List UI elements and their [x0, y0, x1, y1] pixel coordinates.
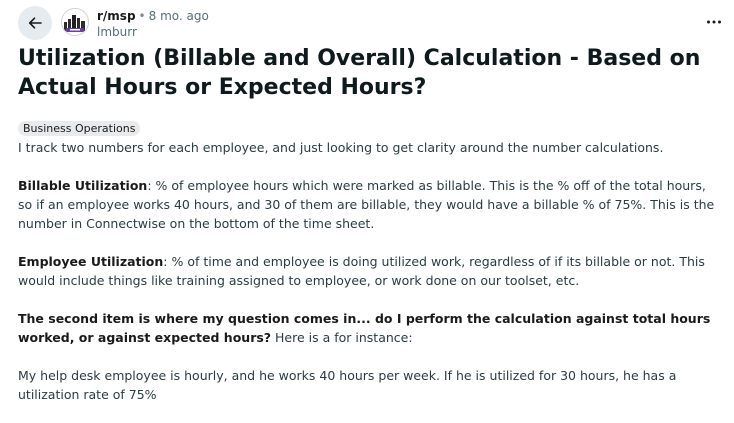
meta-separator: •: [138, 9, 146, 23]
post-header: r/msp • 8 mo. ago lmburr: [0, 0, 734, 44]
body-paragraph: My help desk employee is hourly, and he …: [18, 368, 677, 402]
post-flair[interactable]: Business Operations: [18, 121, 141, 136]
author-link[interactable]: lmburr: [97, 25, 137, 40]
body-text: Here is a for instance:: [271, 330, 413, 345]
back-arrow-icon: [28, 17, 42, 29]
body-paragraph: I track two numbers for each employee, a…: [18, 140, 664, 155]
more-options-button[interactable]: [702, 12, 726, 32]
body-paragraph: The second item is where my question com…: [18, 309, 723, 347]
post-time: 8 mo. ago: [148, 9, 209, 23]
body-paragraph: Employee Utilization: % of time and empl…: [18, 252, 723, 290]
subreddit-avatar-icon: [62, 9, 88, 35]
post-body: I track two numbers for each employee, a…: [18, 138, 723, 423]
body-paragraph: Billable Utilization: % of employee hour…: [18, 176, 723, 233]
subreddit-link[interactable]: r/msp: [97, 9, 136, 23]
back-button[interactable]: [18, 6, 52, 40]
bold-term: Employee Utilization: [18, 254, 164, 269]
subreddit-avatar[interactable]: [61, 8, 89, 36]
bold-term: Billable Utilization: [18, 178, 148, 193]
post-title: Utilization (Billable and Overall) Calcu…: [18, 46, 701, 100]
post-meta: r/msp • 8 mo. ago: [97, 9, 209, 24]
more-options-icon: [707, 20, 721, 24]
